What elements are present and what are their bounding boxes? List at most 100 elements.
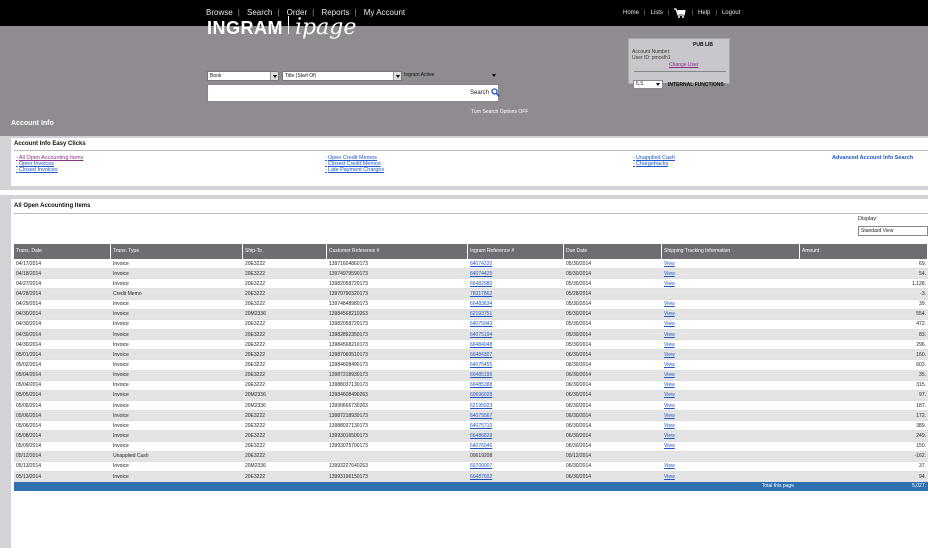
ingram-reference-link[interactable]: 78317862	[470, 291, 492, 297]
link-chargebacks[interactable]: -Chargebacks	[633, 161, 675, 167]
ingram-reference-link[interactable]: 66484048	[470, 342, 492, 348]
view-tracking-link[interactable]: View	[664, 281, 675, 287]
view-tracking-link[interactable]: View	[664, 342, 675, 348]
cell-due-date: 05/30/2014	[566, 331, 592, 338]
column-header[interactable]: Due Date	[564, 244, 662, 259]
cell-ingram-reference: 66487602	[468, 472, 564, 481]
nav-lists[interactable]: Lists	[651, 10, 663, 16]
cell-amount: 472.	[916, 321, 926, 328]
cell-customer-reference: 13984568210263	[329, 311, 368, 318]
nav-help[interactable]: Help	[698, 10, 710, 16]
view-tracking-link[interactable]: View	[664, 362, 675, 368]
cell-shipping-tracking: View	[662, 350, 800, 359]
view-tracking-link[interactable]: View	[664, 332, 675, 338]
ingram-reference-link[interactable]: 64076046	[470, 443, 492, 449]
ingram-reference-link[interactable]: 64075710	[470, 423, 492, 429]
nav-logout[interactable]: Logout	[722, 10, 740, 16]
column-header[interactable]: Amount	[800, 244, 928, 259]
view-tracking-link[interactable]: View	[664, 311, 675, 317]
link-closed-invoices[interactable]: -Closed Invoices	[16, 167, 83, 173]
view-tracking-link[interactable]: View	[664, 413, 675, 419]
ingram-ipage-logo[interactable]: INGRAM ipage	[207, 15, 356, 40]
cell-shipping-tracking: View	[662, 411, 800, 420]
cell-trans-type: Invoice	[113, 382, 129, 389]
cart-icon[interactable]	[674, 8, 687, 18]
ingram-reference-link[interactable]: 62193751	[470, 311, 492, 317]
internal-select[interactable]: ILS	[633, 80, 663, 89]
nav-home[interactable]: Home	[623, 10, 639, 16]
cell-ingram-reference: 64076046	[468, 442, 564, 451]
view-tracking-link[interactable]: View	[664, 423, 675, 429]
column-header[interactable]: Ship-To	[243, 244, 327, 259]
view-tracking-link[interactable]: View	[664, 301, 675, 307]
nav-my-account[interactable]: My Account	[364, 8, 405, 17]
cell-ship-to: 20E3222	[245, 412, 266, 419]
search-field-select[interactable]: Title (Start Of)	[282, 71, 402, 81]
availability-select[interactable]: Ingram Active	[402, 71, 498, 81]
ingram-reference-link[interactable]: 00619208	[470, 453, 492, 459]
view-tracking-link[interactable]: View	[664, 321, 675, 327]
cell-ship-to: 20M2336	[245, 311, 266, 318]
cell-ship-to: 20E3222	[245, 361, 266, 368]
ingram-reference-link[interactable]: 64074220	[470, 261, 492, 267]
link-late-payment-charges[interactable]: -Late Payment Charges	[325, 167, 384, 173]
cell-trans-type: Invoice	[113, 402, 129, 409]
ingram-reference-link[interactable]: 66485195	[470, 372, 492, 378]
cell-customer-reference: 13993196150173	[329, 473, 368, 480]
ingram-reference-link[interactable]: 66486829	[470, 433, 492, 439]
ingram-reference-link[interactable]: 64075567	[470, 413, 492, 419]
cell-due-date: 06/30/2014	[566, 422, 592, 429]
view-tracking-link[interactable]: View	[664, 443, 675, 449]
column-header[interactable]: Ingram Reference #	[468, 244, 564, 259]
cell-amount: 172.	[916, 412, 926, 419]
view-tracking-link[interactable]: View	[664, 261, 675, 267]
column-header[interactable]: Trans. Date	[14, 244, 111, 259]
column-header[interactable]: Customer Reference #	[327, 244, 468, 259]
ingram-reference-link[interactable]: 60696028	[470, 392, 492, 398]
ingram-reference-link[interactable]: 60700007	[470, 463, 492, 469]
cell-trans-type: Invoice	[113, 311, 129, 318]
ingram-reference-link[interactable]: 66483634	[470, 301, 492, 307]
internal-functions-link[interactable]: INTERNAL FUNCTIONS	[668, 82, 724, 88]
view-tracking-link[interactable]: View	[664, 433, 675, 439]
cell-customer-reference: 13988037130173	[329, 382, 368, 389]
column-header[interactable]: Shipping Tracking Information	[662, 244, 800, 259]
cell-ship-to: 20E3222	[245, 382, 266, 389]
ingram-reference-link[interactable]: 64075194	[470, 332, 492, 338]
ingram-reference-link[interactable]: 64074425	[470, 271, 492, 277]
view-tracking-link[interactable]: View	[664, 372, 675, 378]
cell-customer-reference: 13984608490173	[329, 361, 368, 368]
cell-ingram-reference: 78317862	[468, 289, 564, 298]
divider	[14, 213, 928, 214]
table-row: 05/06/2014 Invoice 20M2336 13990666730263 62…	[14, 401, 928, 412]
table-row: 05/05/2014 Invoice 20M2336 13984608490263 60…	[14, 390, 928, 401]
view-tracking-link[interactable]: View	[664, 271, 675, 277]
ingram-reference-link[interactable]: 66487602	[470, 474, 492, 480]
ingram-reference-link[interactable]: 64075043	[470, 321, 492, 327]
search-button[interactable]: Search	[470, 86, 500, 100]
ingram-reference-link[interactable]: 66482980	[470, 281, 492, 287]
advanced-search-link[interactable]: Advanced Account Info Search	[832, 155, 913, 161]
ingram-reference-link[interactable]: 64075455	[470, 362, 492, 368]
cell-customer-reference: 13987060510173	[329, 351, 368, 358]
ingram-reference-link[interactable]: 66484307	[470, 352, 492, 358]
view-tracking-link[interactable]: View	[664, 463, 675, 469]
view-tracking-link[interactable]: View	[664, 382, 675, 388]
cell-trans-type: Invoice	[113, 351, 129, 358]
view-tracking-link[interactable]: View	[664, 352, 675, 358]
display-view-select[interactable]: Standard View	[858, 226, 928, 236]
view-tracking-link[interactable]: View	[664, 392, 675, 398]
cell-ingram-reference: 64075567	[468, 411, 564, 420]
view-tracking-link[interactable]: View	[664, 403, 675, 409]
search-input[interactable]	[207, 84, 499, 102]
view-tracking-link[interactable]: View	[664, 474, 675, 480]
cell-due-date: 06/30/2014	[566, 463, 592, 470]
cell-trans-type: Credit Memo	[113, 290, 142, 297]
search-options-toggle[interactable]: Turn Search Options OFF	[471, 109, 528, 115]
ingram-reference-link[interactable]: 62195023	[470, 403, 492, 409]
change-user-link[interactable]: Change User	[669, 62, 698, 68]
ingram-reference-link[interactable]: 66485388	[470, 382, 492, 388]
table-row: 05/04/2014 Invoice 20E3222 13988037130173 66…	[14, 381, 928, 391]
format-select[interactable]: Book	[207, 71, 279, 81]
column-header[interactable]: Trans. Type	[111, 244, 243, 259]
